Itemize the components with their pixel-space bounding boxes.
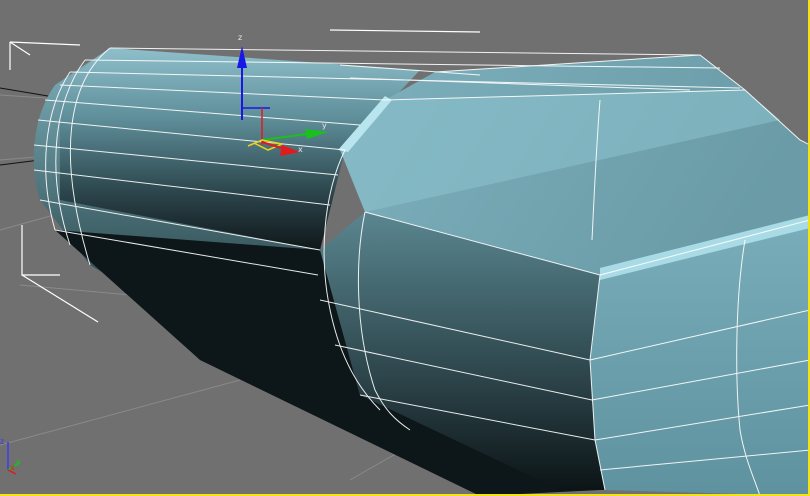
mesh-object[interactable] bbox=[33, 48, 810, 496]
gizmo-x-label: x bbox=[298, 145, 303, 154]
gizmo-y-label: y bbox=[322, 121, 327, 130]
perspective-viewport[interactable]: z y x z y x bbox=[0, 0, 810, 496]
tripod-x-label: x bbox=[10, 463, 15, 472]
tripod-y-label: y bbox=[16, 457, 21, 466]
gizmo-z-label: z bbox=[238, 33, 242, 42]
tripod-z-label: z bbox=[0, 437, 4, 446]
viewport-canvas[interactable]: z y x z y x bbox=[0, 0, 810, 496]
